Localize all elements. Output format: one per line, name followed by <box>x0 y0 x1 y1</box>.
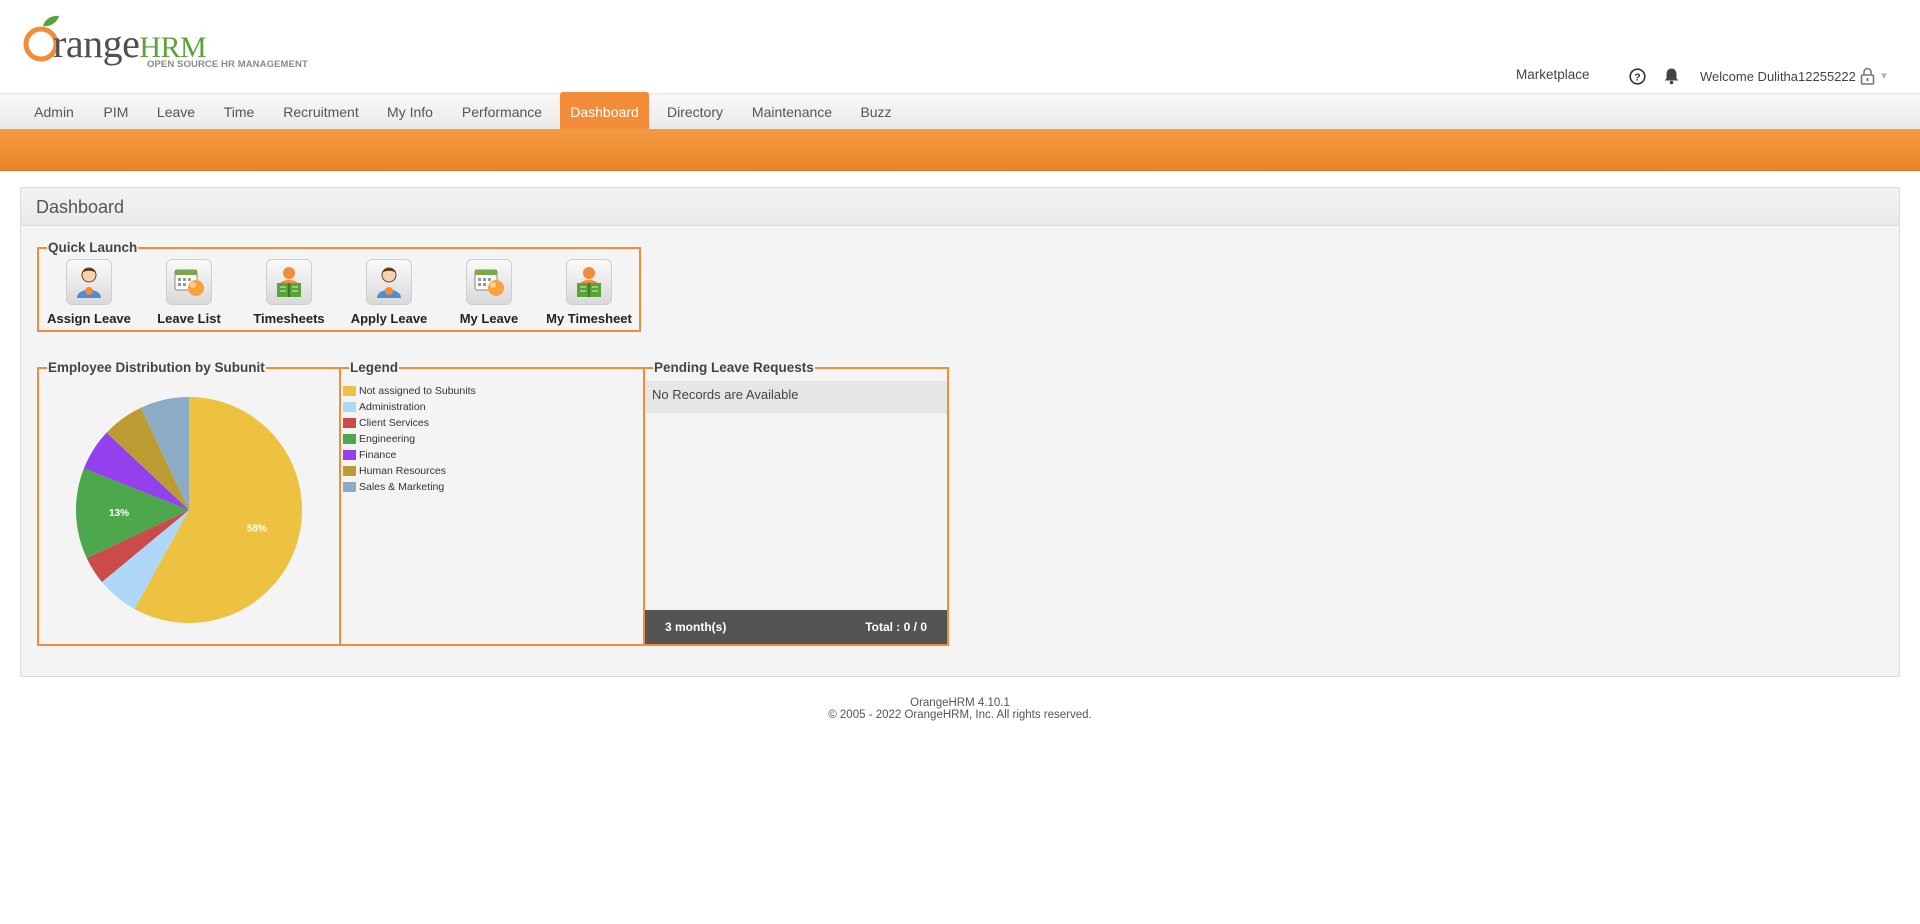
marketplace-link[interactable]: Marketplace <box>1516 67 1590 82</box>
pie-data-label: 13% <box>109 508 129 519</box>
legend-item: Sales & Marketing <box>343 479 476 495</box>
legend-swatch <box>343 418 356 428</box>
person-icon <box>366 259 412 305</box>
pending-leave-footer: 3 month(s) Total : 0 / 0 <box>645 610 947 644</box>
pie-chart: 58% 13% <box>75 397 302 623</box>
quick-launch-label: Leave List <box>157 311 221 326</box>
legend-item: Finance <box>343 447 476 463</box>
quick-launch-title: Quick Launch <box>48 240 138 255</box>
main-menu: Admin PIM Leave Time Recruitment My Info… <box>0 92 1920 130</box>
timesheet-icon <box>266 259 312 305</box>
legend-label: Client Services <box>359 417 430 429</box>
quick-launch-label: My Leave <box>459 311 519 326</box>
menu-item-buzz[interactable]: Buzz <box>853 94 899 130</box>
quick-launch-box: Quick Launch Assign Leave Leave List Tim… <box>37 241 641 332</box>
orangehrm-logo[interactable]: rangeHRM OPEN SOURCE HR MANAGEMENT <box>23 12 313 72</box>
legend-swatch <box>343 450 356 460</box>
panel-header: Dashboard <box>21 188 1899 226</box>
help-icon[interactable]: ? <box>1629 68 1646 85</box>
dashboard-panel: Dashboard Quick Launch Assign Leave Leav… <box>20 187 1900 677</box>
legend-title: Legend <box>350 360 399 375</box>
quick-launch-label: My Timesheet <box>546 311 632 326</box>
legend-swatch <box>343 402 356 412</box>
copyright-text: © 2005 - 2022 OrangeHRM, Inc. All rights… <box>828 709 1092 721</box>
legend-item: Not assigned to Subunits <box>343 383 476 399</box>
legend-item: Human Resources <box>343 463 476 479</box>
menu-item-time[interactable]: Time <box>215 94 263 130</box>
person-icon <box>66 259 112 305</box>
menu-item-performance[interactable]: Performance <box>453 94 551 130</box>
legend-label: Administration <box>359 401 426 413</box>
legend-item: Engineering <box>343 431 476 447</box>
legend-swatch <box>343 482 356 492</box>
welcome-user[interactable]: Welcome Dulitha12255222 <box>1700 69 1856 84</box>
legend-label: Sales & Marketing <box>359 481 445 493</box>
menu-item-dashboard[interactable]: Dashboard <box>560 92 649 130</box>
menu-item-leave[interactable]: Leave <box>148 94 204 130</box>
quick-launch-apply-leave[interactable]: Apply Leave <box>339 259 439 326</box>
quick-launch-my-timesheet[interactable]: My Timesheet <box>539 259 639 326</box>
quick-launch-label: Timesheets <box>253 311 325 326</box>
header: rangeHRM OPEN SOURCE HR MANAGEMENT Marke… <box>0 0 1920 93</box>
legend-swatch <box>343 466 356 476</box>
version-text: OrangeHRM 4.10.1 <box>910 697 1010 709</box>
legend-swatch <box>343 434 356 444</box>
legend-label: Engineering <box>359 433 416 445</box>
legend-swatch <box>343 386 356 396</box>
quick-launch-timesheets[interactable]: Timesheets <box>239 259 339 326</box>
quick-launch-my-leave[interactable]: My Leave <box>439 259 539 326</box>
legend-label: Human Resources <box>359 465 446 477</box>
period-label: 3 month(s) <box>665 620 727 634</box>
calendar-icon <box>466 259 512 305</box>
legend-list: Not assigned to Subunits Administration Cl… <box>343 383 476 495</box>
menu-item-admin[interactable]: Admin <box>23 94 85 130</box>
quick-launch-label: Apply Leave <box>350 311 428 326</box>
legend-box: Legend Not assigned to Subunits Administr… <box>339 361 645 646</box>
menu-item-pim[interactable]: PIM <box>96 94 136 130</box>
menu-item-my-info[interactable]: My Info <box>378 94 442 130</box>
quick-launch-leave-list[interactable]: Leave List <box>139 259 239 326</box>
employee-distribution-box: Employee Distribution by Subunit 58% 13% <box>37 361 341 646</box>
lock-icon[interactable] <box>1860 67 1875 85</box>
bell-icon[interactable] <box>1663 67 1680 85</box>
quick-launch-label: Assign Leave <box>47 311 131 326</box>
no-records-message: No Records are Available <box>645 381 947 413</box>
employee-distribution-title: Employee Distribution by Subunit <box>48 360 265 375</box>
legend-item: Client Services <box>343 415 476 431</box>
menu-item-recruitment[interactable]: Recruitment <box>277 94 365 130</box>
pie-data-label: 58% <box>247 523 267 534</box>
legend-label: Not assigned to Subunits <box>359 385 476 397</box>
menu-item-maintenance[interactable]: Maintenance <box>744 94 840 130</box>
logo-tagline: OPEN SOURCE HR MANAGEMENT <box>147 59 308 70</box>
legend-label: Finance <box>359 449 397 461</box>
submenu-band <box>0 129 1920 171</box>
pending-leave-box: Pending Leave Requests No Records are Av… <box>643 361 949 646</box>
menu-item-directory[interactable]: Directory <box>659 94 731 130</box>
footer: OrangeHRM 4.10.1 © 2005 - 2022 OrangeHRM… <box>0 697 1920 721</box>
calendar-icon <box>166 259 212 305</box>
legend-item: Administration <box>343 399 476 415</box>
page-title: Dashboard <box>36 197 125 217</box>
pending-leave-title: Pending Leave Requests <box>654 360 814 375</box>
svg-text:?: ? <box>1634 72 1640 84</box>
total-label: Total : 0 / 0 <box>865 620 927 634</box>
timesheet-icon <box>566 259 612 305</box>
quick-launch-assign-leave[interactable]: Assign Leave <box>39 259 139 326</box>
chevron-down-icon[interactable]: ▼ <box>1879 71 1889 82</box>
